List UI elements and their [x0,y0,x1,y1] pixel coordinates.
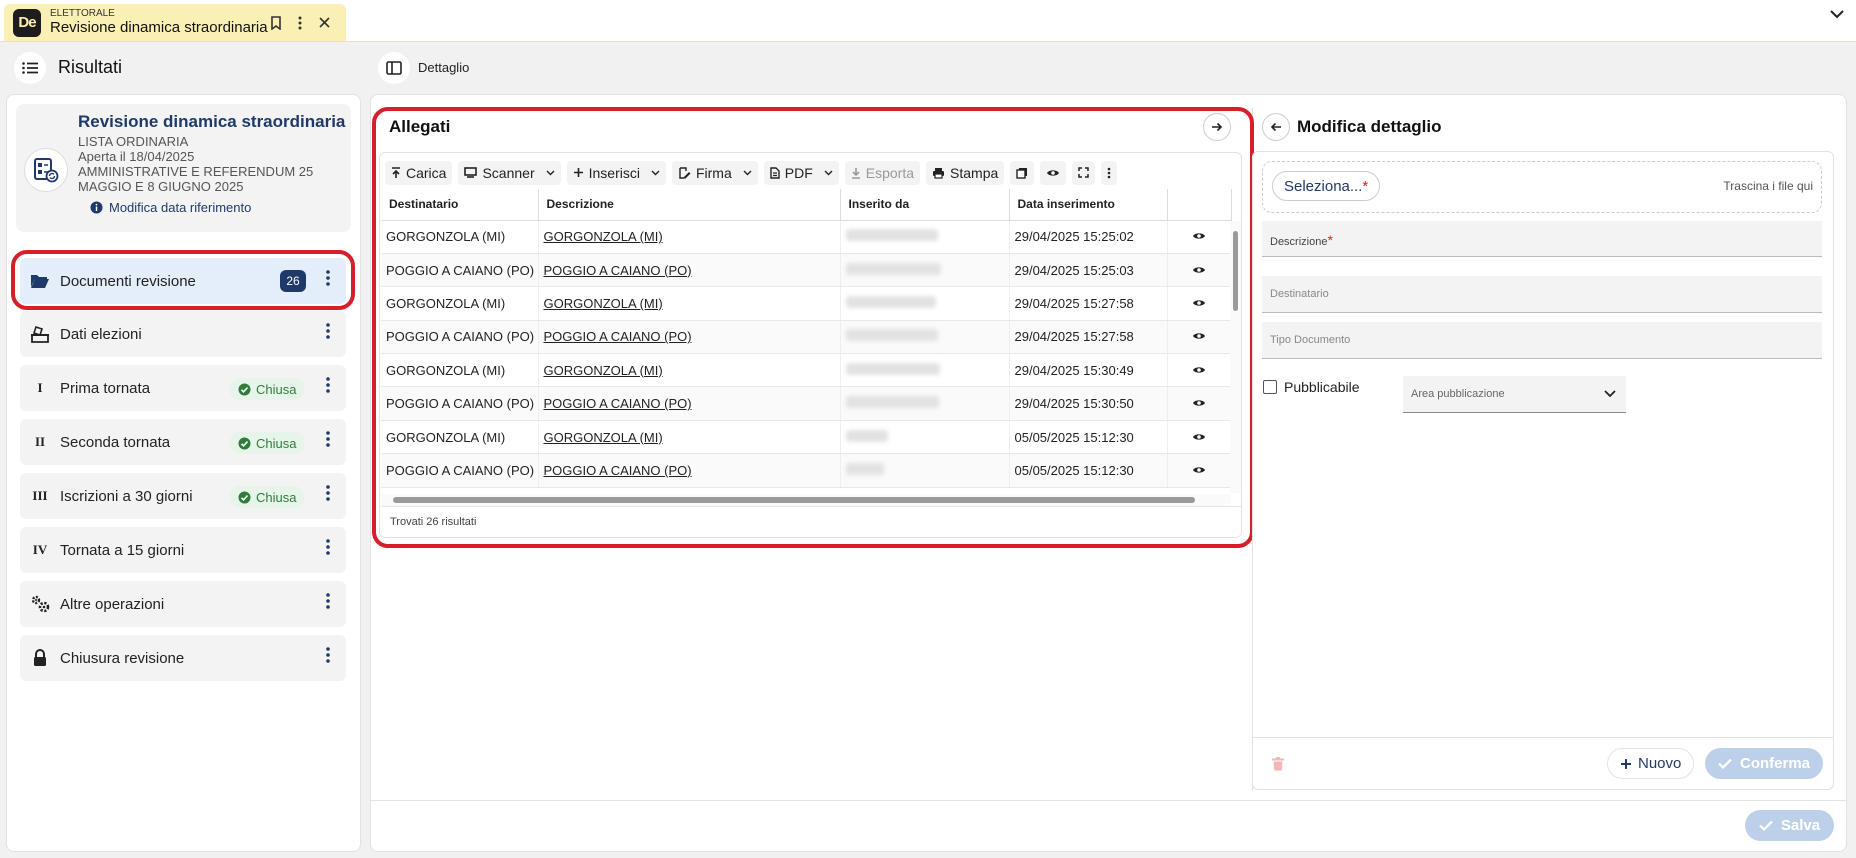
roman-numeral-icon: I [37,380,43,395]
app-tab[interactable]: De ELETTORALE Revisione dinamica straord… [4,4,346,41]
menu-item-label: Chiusura revisione [60,649,185,667]
conferma-label: Conferma [1739,755,1810,772]
chevron-down-icon[interactable] [1830,10,1844,19]
file-dropzone[interactable]: Seleziona... * Trascina i file qui [1262,161,1822,213]
drop-hint: Trascina i file qui [1723,179,1813,193]
tipo-documento-label: Tipo Documento [1270,334,1351,346]
check-icon [1718,758,1732,769]
detail-actions-divider [1253,737,1833,738]
select-file-label: Seleziona... [1284,177,1363,195]
destinatario-label: Destinatario [1270,288,1329,300]
trash-icon [1272,757,1284,771]
status-badge: Chiusa [230,486,305,508]
menu-item-iscrizioni-30-giorni[interactable]: III Iscrizioni a 30 giorni Chiusa [20,473,346,519]
area-pubblicazione-label: Area pubblicazione [1411,388,1505,400]
menu-item-label: Tornata a 15 giorni [60,541,185,559]
revision-election-line1: AMMINISTRATIVE E REFERENDUM 25 [78,164,314,179]
check-circle-icon [238,437,251,449]
bookmark-icon[interactable] [264,11,288,35]
more-vert-icon[interactable] [326,647,330,663]
descrizione-label-text: Descrizione [1270,236,1328,248]
top-bar: De ELETTORALE Revisione dinamica straord… [0,0,1856,42]
close-icon[interactable] [312,11,336,35]
revision-icon [24,148,68,192]
highlight-annotation [372,107,1254,548]
check-circle-icon [238,383,251,395]
menu-item-label: Dati elezioni [60,325,142,343]
menu-toggle-button[interactable] [14,52,46,84]
more-vert-icon[interactable] [288,11,312,35]
area-pubblicazione-select[interactable]: Area pubblicazione [1403,376,1626,413]
app-tab-text: ELETTORALE Revisione dinamica straordina… [50,8,268,37]
status-label: Chiusa [256,381,297,397]
more-vert-icon[interactable] [326,323,330,339]
more-vert-icon[interactable] [326,377,330,393]
salva-label: Salva [1780,817,1821,834]
lock-icon [20,649,60,667]
destinatario-field[interactable]: Destinatario [1262,276,1822,313]
menu-item-seconda-tornata[interactable]: II Seconda tornata Chiusa [20,419,346,465]
roman-numeral-icon: IV [32,542,48,557]
required-asterisk: * [1327,232,1333,248]
nuovo-button[interactable]: Nuovo [1607,748,1695,779]
select-file-button[interactable]: Seleziona... * [1272,171,1381,201]
pubblicabile-label: Pubblicabile [1284,379,1360,395]
revision-list-type: LISTA ORDINARIA [78,134,189,149]
menu-item-chiusura-revisione[interactable]: Chiusura revisione [20,635,346,681]
gears-icon [20,595,60,613]
nuovo-label: Nuovo [1638,755,1682,772]
menu-item-dati-elezioni[interactable]: Dati elezioni [20,311,346,357]
app-category: ELETTORALE [50,8,115,19]
menu-item-altre-operazioni[interactable]: Altre operazioni [20,581,346,627]
more-vert-icon[interactable] [326,431,330,447]
status-badge: Chiusa [230,432,305,454]
delete-button[interactable] [1268,753,1288,775]
revision-summary: Revisione dinamica straordinaria LISTA O… [16,104,351,232]
roman-numeral-icon: II [34,434,46,449]
menu-item-prima-tornata[interactable]: I Prima tornata Chiusa [20,365,346,411]
revision-opened-date: Aperta il 18/04/2025 [78,149,195,164]
plus-icon [1621,758,1631,769]
checkbox-box[interactable] [1263,380,1277,394]
status-badge: Chiusa [230,378,305,400]
list-icon [22,62,38,74]
arrow-left-icon [1270,122,1281,132]
app-tab-title: Revisione dinamica straordinaria [50,19,268,36]
detail-title: Modifica dettaglio [1297,117,1442,136]
roman-numeral-icon: III [32,488,48,503]
required-asterisk: * [1362,177,1369,195]
modify-reference-date-label: Modifica data riferimento [109,200,252,215]
descrizione-label: Descrizione* [1270,232,1333,248]
modify-reference-date-link[interactable]: Modifica data riferimento [90,200,251,215]
pubblicabile-checkbox[interactable]: Pubblicabile [1263,379,1360,395]
detail-header: Dettaglio [418,60,470,75]
sidebar-icon [386,61,402,75]
salva-button[interactable]: Salva [1745,810,1834,841]
menu-item-tornata-15-giorni[interactable]: IV Tornata a 15 giorni [20,527,346,573]
chevron-down-icon [1604,390,1616,398]
highlight-annotation [11,250,355,310]
revision-election-line2: MAGGIO E 8 GIUGNO 2025 [78,179,244,194]
results-header: Risultati [58,57,123,77]
info-icon [90,201,103,214]
ballot-box-icon [20,325,60,343]
descrizione-field[interactable]: Descrizione* [1262,221,1822,257]
conferma-button[interactable]: Conferma [1705,748,1823,779]
app-logo: De [13,8,41,37]
back-button[interactable] [1262,113,1290,141]
check-circle-icon [238,491,251,503]
status-label: Chiusa [256,435,297,451]
check-icon [1759,820,1773,831]
menu-item-label: Altre operazioni [60,595,165,613]
tipo-documento-field[interactable]: Tipo Documento [1262,322,1822,359]
more-vert-icon[interactable] [326,593,330,609]
sidebar-toggle-button[interactable] [378,52,410,84]
panel-footer-divider [371,800,1846,801]
more-vert-icon[interactable] [326,485,330,501]
status-label: Chiusa [256,489,297,505]
revision-title: Revisione dinamica straordinaria [78,112,346,131]
more-vert-icon[interactable] [326,539,330,555]
